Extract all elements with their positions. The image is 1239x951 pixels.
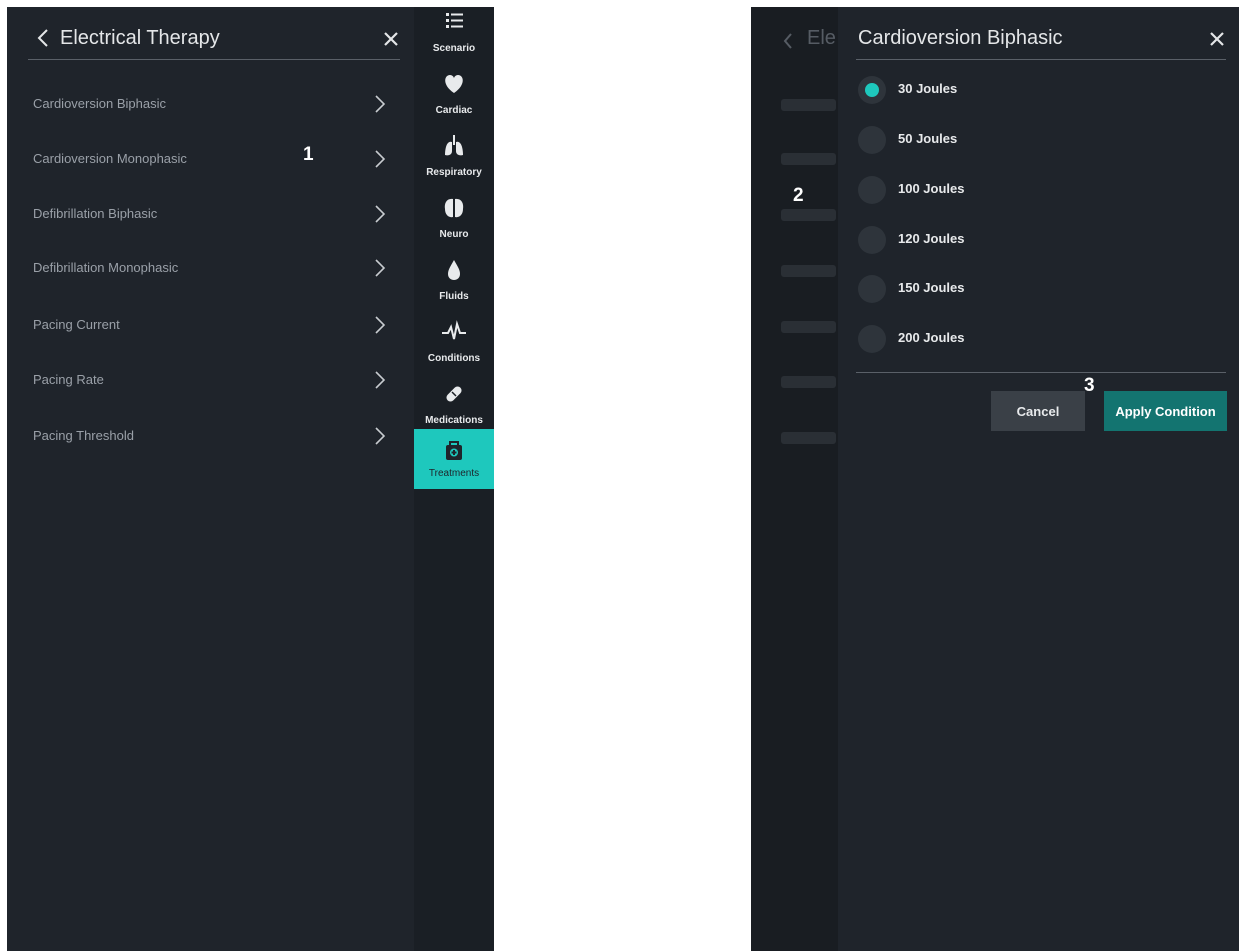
pill-icon: [446, 386, 462, 402]
list-icon: [446, 13, 463, 28]
dialog-title: Cardioversion Biphasic: [858, 27, 1063, 49]
sidebar-item-label: Medications: [425, 415, 483, 426]
chevron-right-icon: [375, 371, 386, 389]
treatment-item-label: Pacing Rate: [33, 372, 104, 387]
dialog-divider: [856, 372, 1226, 373]
chevron-right-icon: [375, 95, 386, 113]
underlay-row: [781, 265, 836, 277]
chevron-right-icon: [375, 259, 386, 277]
energy-option-200-joules[interactable]: 200 Joules: [858, 324, 1158, 354]
heart-icon: [445, 75, 463, 93]
pulse-icon: [442, 320, 466, 340]
radio-selected-icon[interactable]: [858, 76, 886, 104]
energy-option-120-joules[interactable]: 120 Joules: [858, 225, 1158, 255]
radio-unselected-icon[interactable]: [858, 325, 886, 353]
chevron-right-icon: [375, 205, 386, 223]
radio-unselected-icon[interactable]: [858, 126, 886, 154]
sidebar-item-conditions[interactable]: Conditions: [414, 317, 494, 377]
treatment-item-cardioversion-biphasic[interactable]: Cardioversion Biphasic: [33, 89, 393, 119]
energy-option-label: 100 Joules: [898, 181, 965, 196]
apply-condition-button[interactable]: Apply Condition: [1104, 391, 1227, 431]
energy-option-label: 50 Joules: [898, 131, 958, 146]
chevron-right-icon: [375, 316, 386, 334]
treatment-item-label: Defibrillation Monophasic: [33, 260, 179, 275]
close-icon[interactable]: [382, 30, 400, 48]
treatment-item-pacing-current[interactable]: Pacing Current: [33, 310, 393, 340]
underlay-row: [781, 321, 836, 333]
panel-title: Electrical Therapy: [60, 27, 220, 49]
treatment-item-pacing-threshold[interactable]: Pacing Threshold: [33, 421, 393, 451]
treatment-item-label: Defibrillation Biphasic: [33, 206, 158, 221]
energy-option-label: 150 Joules: [898, 280, 965, 295]
chevron-right-icon: [375, 150, 386, 168]
underlay-row: [781, 432, 836, 444]
energy-option-100-joules[interactable]: 100 Joules: [858, 175, 1158, 205]
sidebar-item-label: Respiratory: [426, 167, 482, 178]
sidebar-item-respiratory[interactable]: Respiratory: [414, 131, 494, 191]
treatment-item-label: Cardioversion Monophasic: [33, 151, 187, 166]
annotation-marker-2: 2: [793, 185, 804, 206]
sidebar-item-label: Conditions: [427, 353, 481, 364]
sidebar-item-neuro[interactable]: Neuro: [414, 193, 494, 253]
underlay-row: [781, 153, 836, 165]
back-chevron-icon[interactable]: [34, 27, 52, 49]
treatment-item-pacing-rate[interactable]: Pacing Rate: [33, 365, 393, 395]
energy-option-label: 200 Joules: [898, 330, 965, 345]
underlay-row: [781, 99, 836, 111]
dimmed-underlay: Ele 2: [751, 7, 838, 951]
energy-option-150-joules[interactable]: 150 Joules: [858, 274, 1158, 304]
energy-option-label: 30 Joules: [898, 81, 958, 96]
treatment-item-cardioversion-monophasic[interactable]: Cardioversion Monophasic: [33, 144, 393, 174]
radio-unselected-icon[interactable]: [858, 226, 886, 254]
treatment-item-label: Cardioversion Biphasic: [33, 96, 166, 111]
chevron-right-icon: [375, 427, 386, 445]
sidebar-item-label: Neuro: [439, 229, 469, 240]
sidebar-item-label: Scenario: [432, 43, 476, 54]
sidebar-item-label: Cardiac: [435, 105, 473, 116]
cardioversion-dialog-panel: Ele 2 Cardioversion Biphasic 30 Joules 5…: [751, 7, 1239, 951]
sidebar-item-cardiac[interactable]: Cardiac: [414, 69, 494, 129]
annotation-marker-1: 1: [303, 144, 314, 165]
sidebar-item-label: Treatments: [428, 468, 480, 479]
lungs-icon: [445, 135, 463, 156]
energy-option-label: 120 Joules: [898, 231, 965, 246]
energy-option-50-joules[interactable]: 50 Joules: [858, 125, 1158, 155]
treatment-item-defibrillation-biphasic[interactable]: Defibrillation Biphasic: [33, 199, 393, 229]
radio-unselected-icon[interactable]: [858, 176, 886, 204]
dialog-header: Cardioversion Biphasic: [856, 21, 1226, 60]
close-icon[interactable]: [1208, 30, 1226, 48]
sidebar-item-fluids[interactable]: Fluids: [414, 255, 494, 315]
energy-selection-dialog: Cardioversion Biphasic 30 Joules 50 Joul…: [838, 7, 1239, 951]
medkit-icon: [446, 441, 462, 460]
electrical-therapy-panel: Electrical Therapy Cardioversion Biphasi…: [7, 7, 494, 951]
category-sidebar: Scenario Cardiac Respiratory Neuro Fluid…: [414, 7, 494, 951]
back-chevron-icon: [783, 33, 792, 49]
treatment-item-label: Pacing Current: [33, 317, 120, 332]
droplet-icon: [448, 260, 460, 280]
underlay-row: [781, 209, 836, 221]
treatment-item-label: Pacing Threshold: [33, 428, 134, 443]
sidebar-item-scenario[interactable]: Scenario: [414, 7, 494, 67]
underlay-title: Ele: [807, 27, 836, 49]
treatment-list-area: Electrical Therapy Cardioversion Biphasi…: [7, 7, 414, 951]
panel-header: Electrical Therapy: [28, 21, 400, 60]
annotation-marker-3: 3: [1084, 375, 1095, 396]
sidebar-item-label: Fluids: [439, 291, 469, 302]
underlay-row: [781, 376, 836, 388]
sidebar-item-treatments[interactable]: Treatments: [414, 429, 494, 489]
radio-unselected-icon[interactable]: [858, 275, 886, 303]
cancel-button[interactable]: Cancel: [991, 391, 1085, 431]
brain-icon: [444, 198, 464, 218]
treatment-item-defibrillation-monophasic[interactable]: Defibrillation Monophasic: [33, 253, 393, 283]
energy-option-30-joules[interactable]: 30 Joules: [858, 75, 1158, 105]
